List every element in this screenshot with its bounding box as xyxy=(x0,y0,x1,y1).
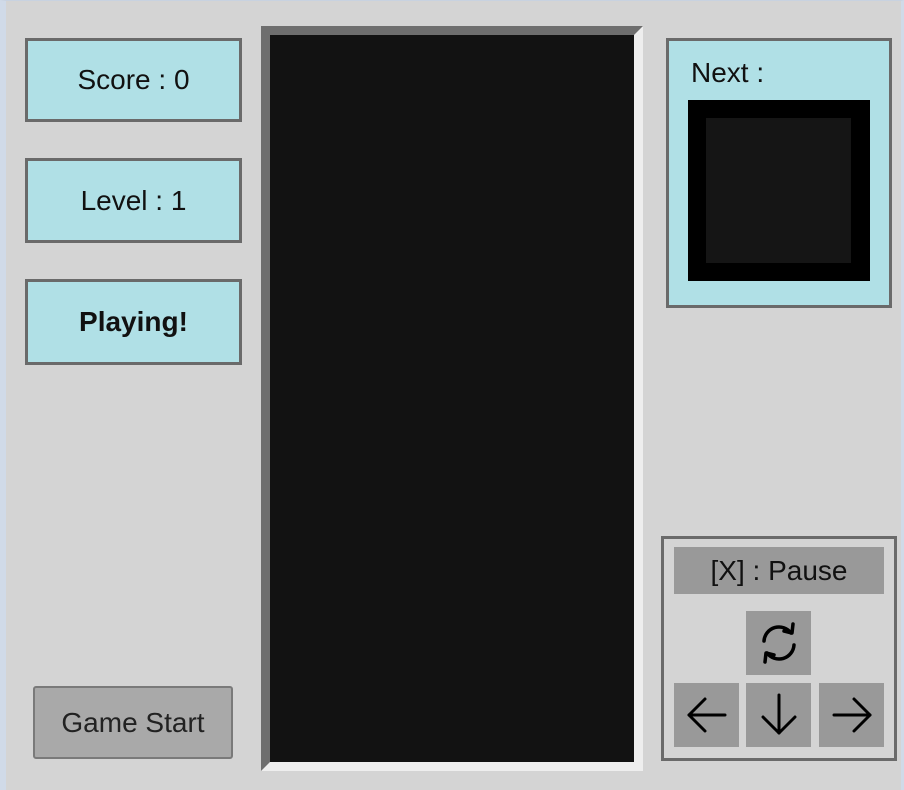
game-start-label: Game Start xyxy=(61,706,205,738)
arrow-down-icon xyxy=(761,693,796,735)
next-label: Next : xyxy=(691,57,765,88)
next-piece-panel: Next : xyxy=(666,38,892,308)
level-label: Level : 1 xyxy=(80,184,187,216)
move-right-button[interactable] xyxy=(819,683,884,747)
game-board xyxy=(261,26,643,771)
pause-hint-label: [X] : Pause xyxy=(710,554,848,586)
status-panel: Playing! xyxy=(25,279,242,365)
arrow-right-icon xyxy=(832,697,871,733)
next-piece-preview xyxy=(688,100,870,281)
controls-panel: [X] : Pause xyxy=(661,536,897,761)
score-label: Score : 0 xyxy=(77,64,190,95)
arrow-left-icon xyxy=(687,697,726,733)
game-start-button[interactable]: Game Start xyxy=(33,686,233,759)
move-left-button[interactable] xyxy=(674,683,739,747)
rotate-button[interactable] xyxy=(746,611,811,675)
pause-hint[interactable]: [X] : Pause xyxy=(674,547,884,594)
level-panel: Level : 1 xyxy=(25,158,242,243)
rotate-icon xyxy=(761,622,796,664)
next-piece-area xyxy=(706,118,851,263)
status-label: Playing! xyxy=(79,306,188,337)
move-down-button[interactable] xyxy=(746,683,811,747)
score-panel: Score : 0 xyxy=(25,38,242,122)
game-window: Score : 0 Level : 1 Playing! Game Start … xyxy=(0,0,904,790)
